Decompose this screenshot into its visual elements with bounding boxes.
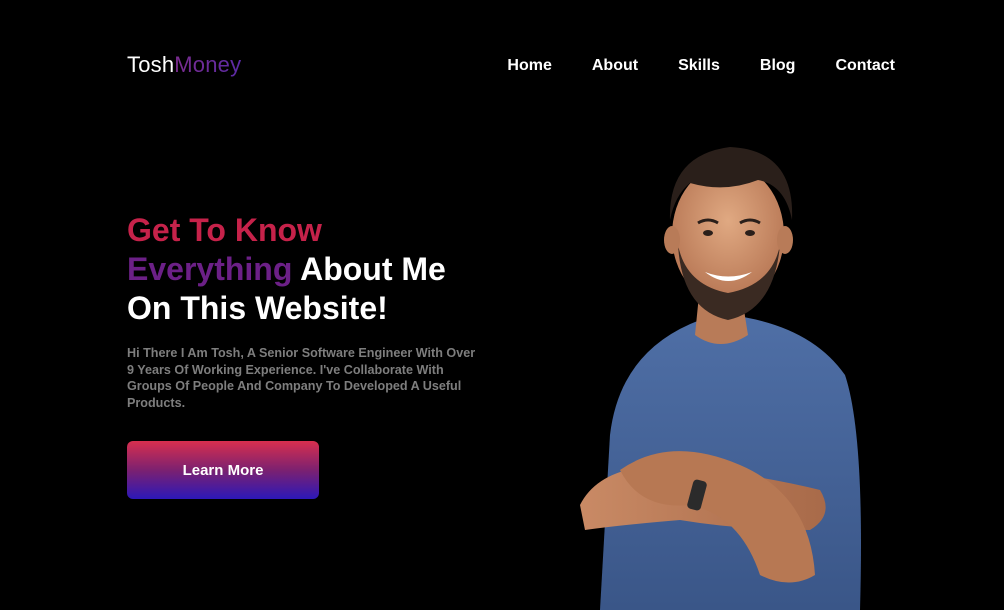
brand-logo-part2: Money: [174, 52, 242, 77]
person-portrait-photo: [580, 147, 861, 610]
learn-more-button[interactable]: Learn More: [127, 441, 319, 499]
nav-skills[interactable]: Skills: [678, 56, 720, 76]
brand-logo[interactable]: ToshMoney: [127, 52, 241, 78]
nav-contact[interactable]: Contact: [835, 56, 895, 76]
hero-title-line3: On This Website!: [127, 290, 388, 326]
hero-title-highlight: Everything: [127, 251, 293, 287]
brand-logo-part1: Tosh: [127, 52, 175, 77]
nav-about[interactable]: About: [592, 56, 638, 76]
main-nav: Home About Skills Blog Contact: [507, 56, 895, 76]
nav-home[interactable]: Home: [507, 56, 551, 76]
hero-title-line1: Get To Know: [127, 212, 322, 248]
hero-description: Hi There I Am Tosh, A Senior Software En…: [127, 346, 476, 410]
nav-blog[interactable]: Blog: [760, 56, 796, 76]
hero-title-line2-rest: About Me: [292, 251, 446, 287]
hero-title: Get To Know Everything About Me On This …: [127, 211, 446, 328]
landing-page: ToshMoney Home About Skills Blog Contact…: [0, 0, 1004, 610]
